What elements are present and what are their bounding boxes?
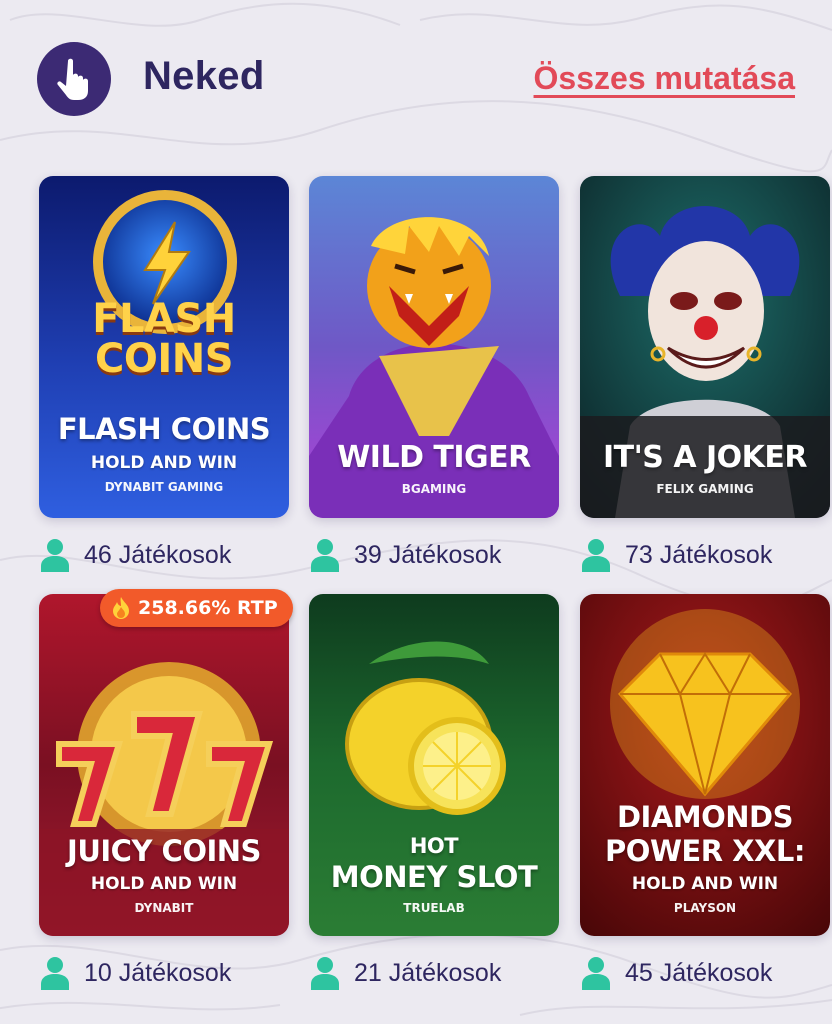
person-icon	[582, 957, 610, 990]
game-title-line2: MONEY SLOT	[330, 860, 538, 894]
game-provider: DYNABIT GAMING	[104, 480, 224, 494]
person-icon	[311, 539, 339, 572]
player-count-label: 10 Játékosok	[84, 958, 232, 987]
flame-icon	[113, 597, 129, 619]
rtp-label: 258.66% RTP	[138, 597, 278, 619]
game-title: JUICY COINS	[67, 834, 261, 868]
game-provider: DYNABIT	[134, 901, 194, 915]
game-title: IT'S A JOKER	[602, 440, 808, 475]
game-subtitle: HOLD AND WIN	[631, 874, 779, 894]
game-title-line1: HOT	[409, 834, 459, 858]
player-count: 45 Játékosok	[581, 955, 772, 991]
game-card-wild-tiger[interactable]: WILD TIGER BGAMING	[309, 176, 559, 518]
player-count-label: 45 Játékosok	[625, 958, 773, 987]
person-icon	[582, 539, 610, 572]
player-count-label: 39 Játékosok	[354, 540, 502, 569]
game-title-line2: POWER XXL:	[605, 834, 805, 868]
pointing-hand-icon	[57, 58, 88, 100]
game-card-hot-money-slot[interactable]: HOT MONEY SLOT TRUELAB	[309, 594, 559, 936]
player-count: 39 Játékosok	[310, 537, 501, 573]
person-icon	[311, 957, 339, 990]
game-subtitle: HOLD AND WIN	[90, 453, 238, 473]
rtp-badge: 258.66% RTP	[100, 589, 293, 627]
show-all-link[interactable]: Összes mutatása	[534, 60, 795, 97]
game-title-line1: DIAMONDS	[616, 800, 794, 834]
game-card-diamonds-power-xxl[interactable]: DIAMONDS POWER XXL: HOLD AND WIN PLAYSON	[580, 594, 830, 936]
game-card-its-a-joker[interactable]: IT'S A JOKER FELIX GAMING	[580, 176, 830, 518]
person-icon	[41, 957, 69, 990]
game-subtitle: HOLD AND WIN	[90, 874, 238, 894]
game-title: FLASH COINS	[57, 412, 271, 446]
game-provider: BGAMING	[401, 482, 467, 496]
player-count-label: 46 Játékosok	[84, 540, 232, 569]
game-title: WILD TIGER	[337, 440, 531, 475]
game-card-flash-coins[interactable]: FLASH COINS FLASH COINS HOLD AND WIN DYN…	[39, 176, 289, 518]
section-title: Neked	[143, 54, 265, 98]
game-provider: PLAYSON	[673, 901, 737, 915]
person-icon	[41, 539, 69, 572]
game-provider: TRUELAB	[403, 901, 465, 915]
player-count-label: 21 Játékosok	[354, 958, 502, 987]
player-count-label: 73 Játékosok	[625, 540, 773, 569]
player-count: 73 Játékosok	[581, 537, 772, 573]
player-count: 10 Játékosok	[40, 955, 231, 991]
section-header: Neked Összes mutatása	[37, 42, 797, 118]
art-logo-line2: COINS	[94, 336, 234, 382]
game-card-juicy-coins[interactable]: JUICY COINS HOLD AND WIN DYNABIT	[39, 594, 289, 936]
game-provider: FELIX GAMING	[656, 482, 754, 496]
player-count: 21 Játékosok	[310, 955, 501, 991]
section-icon-badge	[37, 42, 111, 116]
player-count: 46 Játékosok	[40, 537, 231, 573]
